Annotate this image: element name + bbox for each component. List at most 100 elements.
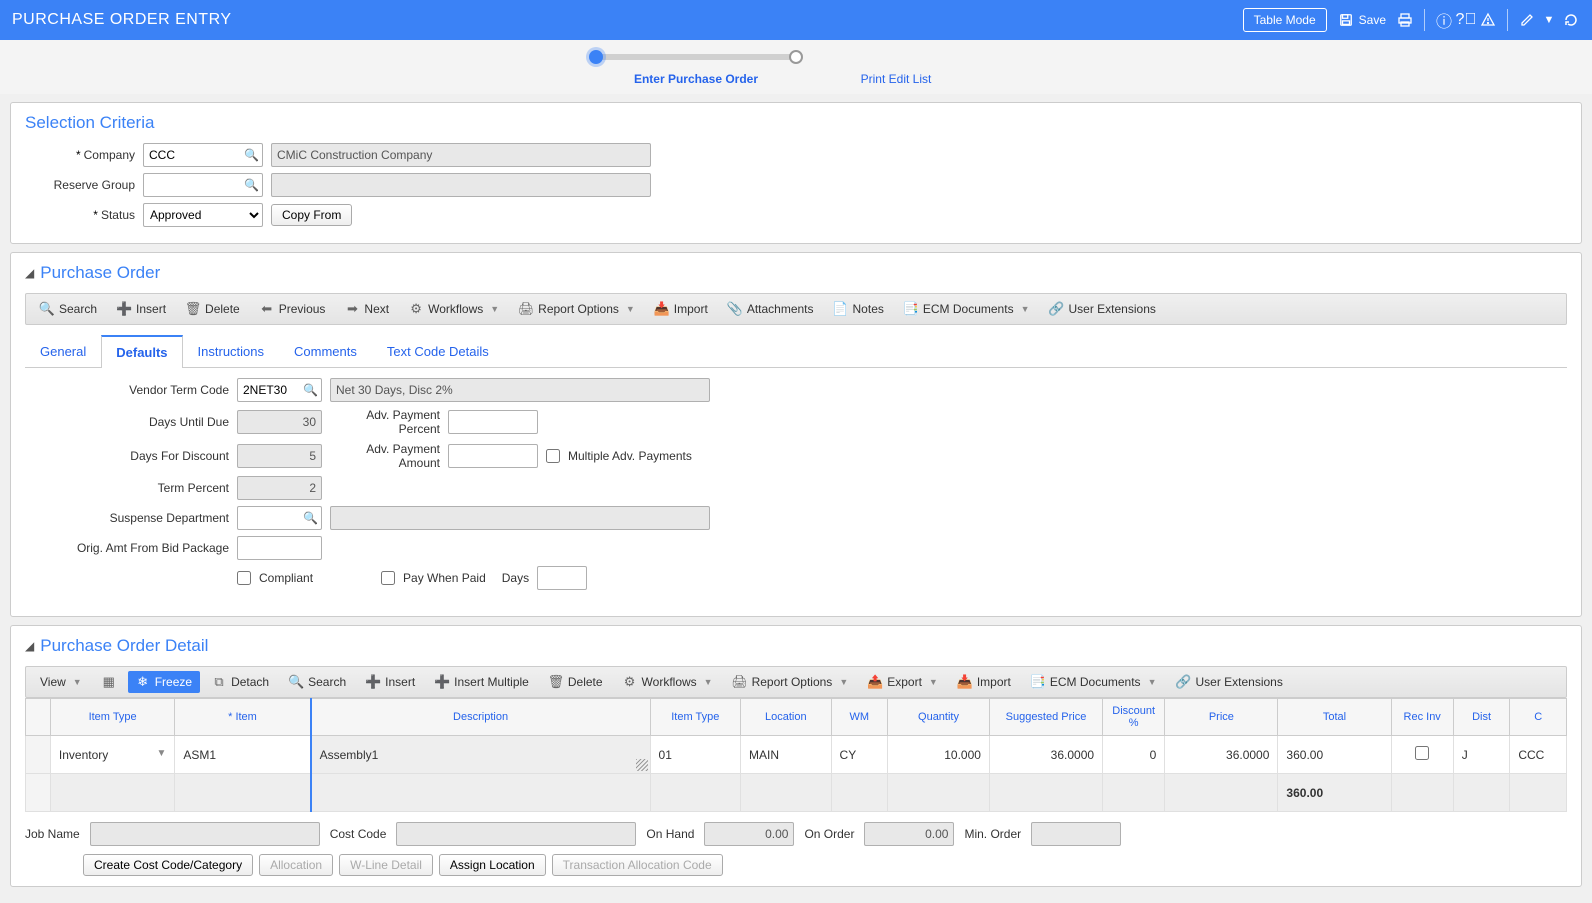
company-lookup[interactable]: 🔍: [143, 143, 263, 167]
col-item-type[interactable]: Item Type: [50, 699, 174, 736]
view-button[interactable]: View▼: [32, 671, 90, 693]
help-icon[interactable]: ?⃝: [1457, 11, 1475, 29]
suspense-department-lookup[interactable]: 🔍: [237, 506, 322, 530]
cell-wm[interactable]: CY: [831, 736, 888, 774]
detach-button[interactable]: ⧉Detach: [204, 671, 277, 693]
ecm-documents-button[interactable]: 📑ECM Documents▼: [1023, 671, 1165, 693]
table-mode-button[interactable]: Table Mode: [1243, 8, 1327, 32]
report-options-button[interactable]: 🖨Report Options▼: [511, 298, 643, 320]
attachments-button[interactable]: 📎Attachments: [720, 298, 822, 320]
create-cost-code-button[interactable]: Create Cost Code/Category: [83, 854, 253, 876]
assign-location-button[interactable]: Assign Location: [439, 854, 546, 876]
col-item[interactable]: * Item: [175, 699, 311, 736]
resize-handle-icon[interactable]: [636, 759, 648, 771]
chevron-down-icon[interactable]: ▼: [626, 304, 635, 314]
user-extensions-button[interactable]: 🔗User Extensions: [1042, 298, 1164, 320]
search-icon[interactable]: 🔍: [303, 511, 318, 525]
save-button[interactable]: Save: [1331, 7, 1392, 33]
refresh-icon[interactable]: [1562, 11, 1580, 29]
tab-text-code-details[interactable]: Text Code Details: [372, 335, 504, 368]
cell-rec-inv[interactable]: [1391, 736, 1453, 774]
dropdown-icon[interactable]: ▼: [1540, 11, 1558, 29]
table-row[interactable]: Inventory ▼ ASM1 Assembly1 01 MAIN CY 10…: [26, 736, 1567, 774]
freeze-button[interactable]: ❄Freeze: [128, 671, 200, 693]
multiple-adv-checkbox[interactable]: [546, 449, 560, 463]
cell-price[interactable]: 36.0000: [1165, 736, 1278, 774]
col-quantity[interactable]: Quantity: [888, 699, 990, 736]
pay-when-paid-checkbox[interactable]: [381, 571, 395, 585]
user-extensions-button[interactable]: 🔗User Extensions: [1168, 671, 1290, 693]
import-button[interactable]: 📥Import: [647, 298, 716, 320]
cell-item[interactable]: ASM1: [175, 736, 311, 774]
orig-amt-input[interactable]: [237, 536, 322, 560]
import-button[interactable]: 📥Import: [950, 671, 1019, 693]
status-select[interactable]: Approved: [143, 203, 263, 227]
cell-item-type[interactable]: Inventory ▼: [50, 736, 174, 774]
wizard-step-enter-po[interactable]: Enter Purchase Order: [596, 54, 796, 86]
ecm-documents-button[interactable]: 📑ECM Documents▼: [896, 298, 1038, 320]
chevron-down-icon[interactable]: ▼: [73, 677, 82, 687]
search-icon[interactable]: 🔍: [244, 178, 259, 192]
tab-defaults[interactable]: Defaults: [101, 335, 182, 368]
search-icon[interactable]: 🔍: [303, 383, 318, 397]
col-location[interactable]: Location: [741, 699, 832, 736]
export-button[interactable]: 📤Export▼: [860, 671, 946, 693]
workflows-button[interactable]: ⚙Workflows▼: [401, 298, 507, 320]
search-button[interactable]: 🔍Search: [281, 671, 354, 693]
col-price[interactable]: Price: [1165, 699, 1278, 736]
compliant-checkbox[interactable]: [237, 571, 251, 585]
pay-when-paid-days-input[interactable]: [537, 566, 587, 590]
chevron-down-icon[interactable]: ▼: [156, 748, 166, 759]
chevron-down-icon[interactable]: ▼: [929, 677, 938, 687]
warning-icon[interactable]: [1479, 11, 1497, 29]
cell-description[interactable]: Assembly1: [311, 736, 650, 774]
col-dist[interactable]: Dist: [1453, 699, 1510, 736]
col-rec-inv[interactable]: Rec Inv: [1391, 699, 1453, 736]
copy-from-button[interactable]: Copy From: [271, 204, 352, 226]
collapse-toggle-icon[interactable]: ◢: [25, 639, 34, 653]
cell-c[interactable]: CCC: [1510, 736, 1567, 774]
cell-suggested-price[interactable]: 36.0000: [989, 736, 1102, 774]
report-options-button[interactable]: 🖨Report Options▼: [725, 671, 857, 693]
search-button[interactable]: 🔍Search: [32, 298, 105, 320]
cell-item-type2[interactable]: 01: [650, 736, 741, 774]
selector-col[interactable]: [26, 699, 51, 736]
adv-payment-percent-input[interactable]: [448, 410, 538, 434]
previous-button[interactable]: ⬅Previous: [252, 298, 334, 320]
cell-location[interactable]: MAIN: [741, 736, 832, 774]
col-suggested-price[interactable]: Suggested Price: [989, 699, 1102, 736]
cell-dist[interactable]: J: [1453, 736, 1510, 774]
col-c[interactable]: C: [1510, 699, 1567, 736]
layout-icon-button[interactable]: ▦: [94, 671, 124, 693]
chevron-down-icon[interactable]: ▼: [839, 677, 848, 687]
print-icon[interactable]: [1396, 11, 1414, 29]
info-icon[interactable]: ⓘ: [1435, 11, 1453, 29]
cell-discount-pct[interactable]: 0: [1103, 736, 1165, 774]
col-discount-pct[interactable]: Discount %: [1103, 699, 1165, 736]
cell-total[interactable]: 360.00: [1278, 736, 1391, 774]
col-total[interactable]: Total: [1278, 699, 1391, 736]
edit-icon[interactable]: [1518, 11, 1536, 29]
reserve-group-lookup[interactable]: 🔍: [143, 173, 263, 197]
workflows-button[interactable]: ⚙Workflows▼: [615, 671, 721, 693]
search-icon[interactable]: 🔍: [244, 148, 259, 162]
delete-button[interactable]: 🗑Delete: [541, 671, 611, 693]
col-item-type2[interactable]: Item Type: [650, 699, 741, 736]
col-wm[interactable]: WM: [831, 699, 888, 736]
chevron-down-icon[interactable]: ▼: [704, 677, 713, 687]
insert-button[interactable]: ➕Insert: [358, 671, 423, 693]
insert-multiple-button[interactable]: ➕Insert Multiple: [427, 671, 537, 693]
collapse-toggle-icon[interactable]: ◢: [25, 266, 34, 280]
cell-quantity[interactable]: 10.000: [888, 736, 990, 774]
insert-button[interactable]: ➕Insert: [109, 298, 174, 320]
tab-general[interactable]: General: [25, 335, 101, 368]
wizard-step-print-edit[interactable]: Print Edit List: [796, 54, 996, 86]
rec-inv-checkbox[interactable]: [1415, 746, 1429, 760]
delete-button[interactable]: 🗑Delete: [178, 298, 248, 320]
vendor-term-code-lookup[interactable]: 🔍: [237, 378, 322, 402]
next-button[interactable]: ➡Next: [337, 298, 397, 320]
row-selector[interactable]: [26, 736, 51, 774]
tab-instructions[interactable]: Instructions: [183, 335, 279, 368]
chevron-down-icon[interactable]: ▼: [1148, 677, 1157, 687]
chevron-down-icon[interactable]: ▼: [490, 304, 499, 314]
